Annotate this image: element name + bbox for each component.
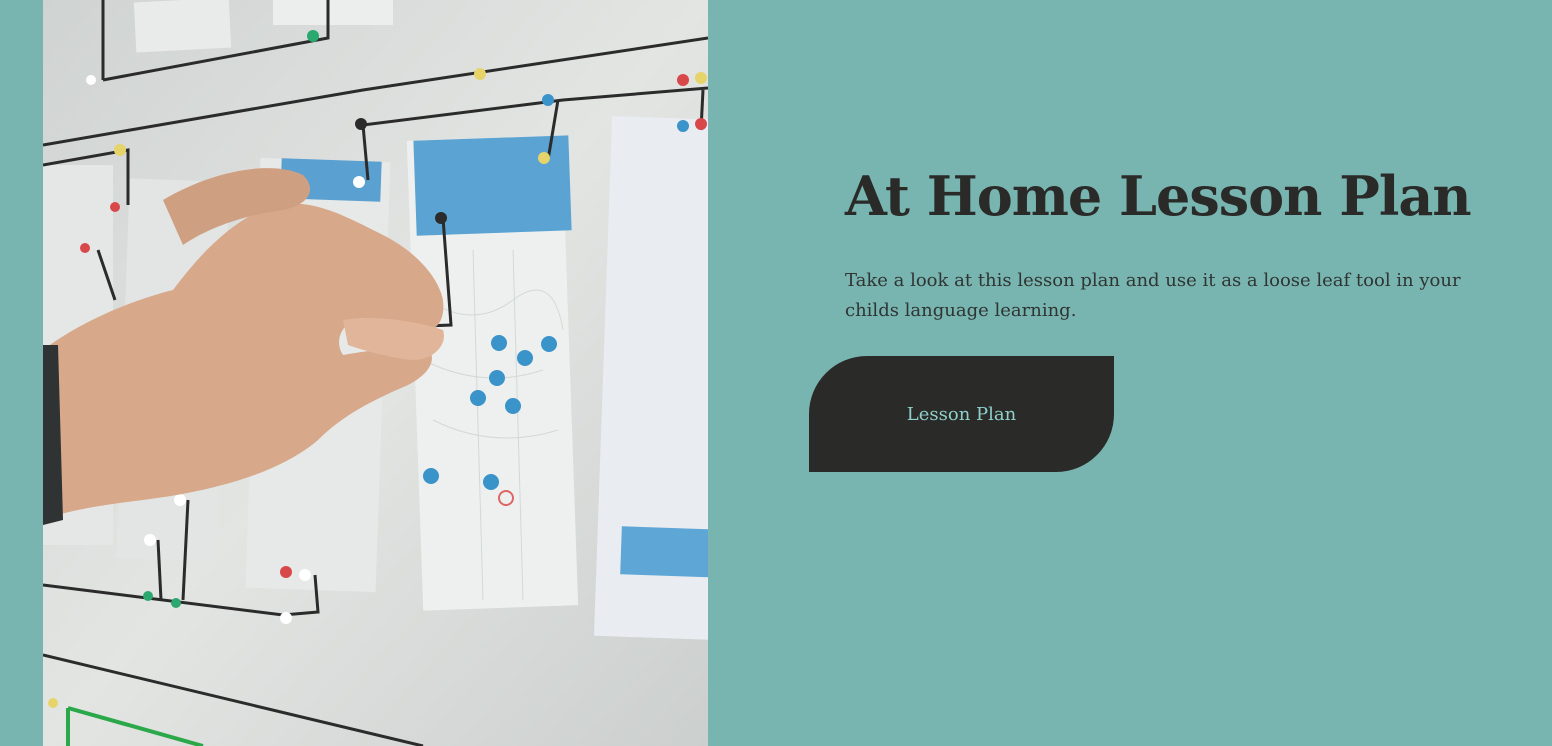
hero-description: Take a look at this lesson plan and use … (845, 270, 1461, 321)
hero-section: At Home Lesson Plan Take a look at this … (0, 0, 1552, 746)
hero-image-illustration (43, 0, 708, 746)
hero-content: At Home Lesson Plan Take a look at this … (845, 160, 1485, 326)
lesson-plan-button[interactable]: Lesson Plan (809, 356, 1114, 472)
hero-image (43, 0, 708, 746)
page-title: At Home Lesson Plan (845, 164, 1472, 228)
lesson-plan-button-label: Lesson Plan (906, 403, 1017, 425)
